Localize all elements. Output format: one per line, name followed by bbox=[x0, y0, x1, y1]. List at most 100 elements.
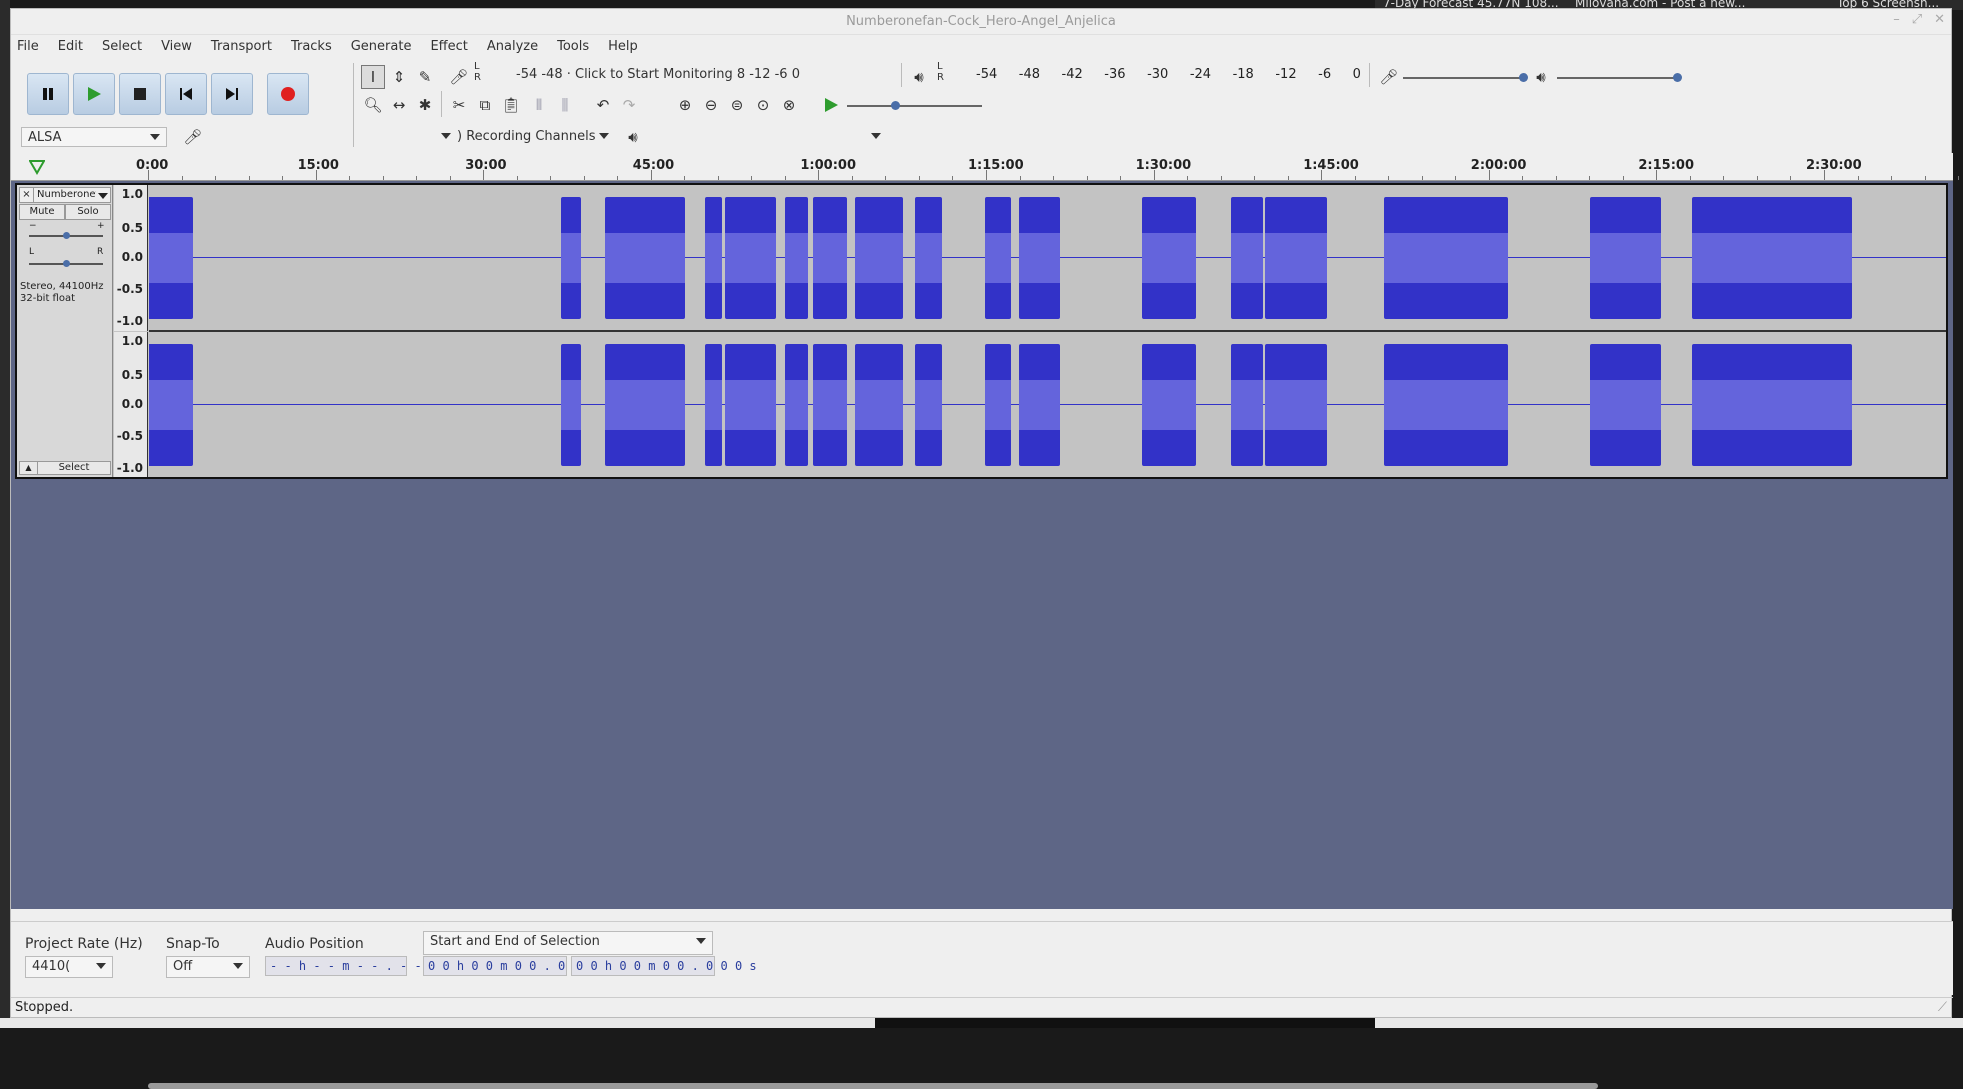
playback-device-select[interactable] bbox=[647, 127, 887, 147]
waveform-clip[interactable] bbox=[705, 197, 722, 319]
recording-volume-slider[interactable] bbox=[1403, 73, 1528, 82]
recording-device-select[interactable] bbox=[207, 127, 457, 147]
waveform-clip[interactable] bbox=[785, 344, 808, 466]
waveform-clip[interactable] bbox=[605, 344, 685, 466]
waveform-right-channel[interactable] bbox=[149, 332, 1946, 477]
waveform-clip[interactable] bbox=[725, 197, 776, 319]
stop-button[interactable] bbox=[119, 73, 161, 115]
waveform-clip[interactable] bbox=[1590, 197, 1661, 319]
waveform-clip[interactable] bbox=[1265, 197, 1327, 319]
waveform-clip[interactable] bbox=[985, 344, 1011, 466]
menu-effect[interactable]: Effect bbox=[430, 39, 467, 54]
horizontal-scrollbar[interactable] bbox=[148, 1083, 1598, 1089]
redo-button[interactable]: ↷ bbox=[617, 93, 641, 117]
project-rate-select[interactable]: 4410( bbox=[25, 956, 113, 978]
menu-tools[interactable]: Tools bbox=[557, 39, 589, 54]
skip-to-end-button[interactable] bbox=[211, 73, 253, 115]
chevron-down-icon[interactable] bbox=[96, 189, 110, 203]
waveform-clip[interactable] bbox=[1692, 344, 1852, 466]
select-track-button[interactable]: Select bbox=[38, 462, 110, 474]
pause-button[interactable] bbox=[27, 73, 69, 115]
waveform-clip[interactable] bbox=[149, 197, 193, 319]
waveform-clip[interactable] bbox=[915, 344, 942, 466]
solo-button[interactable]: Solo bbox=[65, 204, 111, 220]
menu-help[interactable]: Help bbox=[608, 39, 638, 54]
pan-slider[interactable] bbox=[29, 260, 103, 267]
waveform-clip[interactable] bbox=[1590, 344, 1661, 466]
playback-meter-button[interactable]: 🔊︎ bbox=[907, 65, 931, 89]
waveform-clip[interactable] bbox=[1142, 344, 1196, 466]
waveform-clip[interactable] bbox=[855, 344, 903, 466]
skip-to-start-button[interactable] bbox=[165, 73, 207, 115]
maximize-icon[interactable]: ⤢ bbox=[1912, 12, 1922, 27]
trim-button[interactable]: ⫴ bbox=[527, 93, 551, 117]
playback-volume-slider[interactable] bbox=[1557, 73, 1682, 82]
menu-view[interactable]: View bbox=[161, 39, 192, 54]
collapse-track-button[interactable]: ▲ bbox=[20, 462, 38, 474]
close-icon[interactable]: ✕ bbox=[1934, 12, 1945, 27]
menu-edit[interactable]: Edit bbox=[58, 39, 83, 54]
paste-button[interactable]: 📋︎ bbox=[499, 93, 523, 117]
record-meter[interactable]: -54 -48 · Click to Start Monitoring 8 -1… bbox=[516, 67, 800, 82]
menu-file[interactable]: File bbox=[17, 39, 39, 54]
envelope-tool[interactable]: ⇕ bbox=[387, 65, 411, 89]
waveform-clip[interactable] bbox=[605, 197, 685, 319]
zoom-out-button[interactable]: ⊖ bbox=[699, 93, 723, 117]
waveform-clip[interactable] bbox=[813, 197, 847, 319]
audio-track[interactable]: × Numberonef Mute Solo − + L R Stereo, 4… bbox=[15, 183, 1948, 479]
selection-start-field[interactable]: 0 0 h 0 0 m 0 0 . 0 0 0 s bbox=[423, 956, 609, 976]
record-button[interactable] bbox=[267, 73, 309, 115]
selection-end-field[interactable]: 0 0 h 0 0 m 0 0 . 0 0 0 s bbox=[571, 956, 757, 976]
waveform-clip[interactable] bbox=[1384, 197, 1508, 319]
waveform-clip[interactable] bbox=[985, 197, 1011, 319]
waveform-clip[interactable] bbox=[785, 197, 808, 319]
fit-project-button[interactable]: ⊙ bbox=[751, 93, 775, 117]
play-speed-slider[interactable] bbox=[847, 101, 982, 110]
multi-tool[interactable]: ✱ bbox=[413, 93, 437, 117]
menu-generate[interactable]: Generate bbox=[351, 39, 412, 54]
menu-select[interactable]: Select bbox=[102, 39, 142, 54]
waveform-clip[interactable] bbox=[1692, 197, 1852, 319]
waveform-clip[interactable] bbox=[1231, 197, 1263, 319]
play-button[interactable] bbox=[73, 73, 115, 115]
timeshift-tool[interactable]: ↔ bbox=[387, 93, 411, 117]
waveform-clip[interactable] bbox=[1142, 197, 1196, 319]
audio-host-select[interactable]: ALSA bbox=[21, 127, 167, 147]
fit-selection-button[interactable]: ⊜ bbox=[725, 93, 749, 117]
menu-analyze[interactable]: Analyze bbox=[487, 39, 538, 54]
zoom-toggle-button[interactable]: ⊗ bbox=[777, 93, 801, 117]
record-meter-button[interactable]: 🎤︎ bbox=[447, 65, 471, 89]
timeline-ruler[interactable]: 0:00 15:00 30:00 45:00 1:00:00 1:15:00 1:30:00… bbox=[11, 153, 1960, 181]
resize-grip-icon[interactable]: ⟋ bbox=[1938, 1000, 1947, 1015]
undo-button[interactable]: ↶ bbox=[591, 93, 615, 117]
audio-position-field[interactable]: - - h - - m - - . - - - s bbox=[265, 956, 451, 976]
zoom-in-button[interactable]: ⊕ bbox=[673, 93, 697, 117]
silence-button[interactable]: ⫼ bbox=[553, 93, 577, 117]
selection-mode-select[interactable]: Start and End of Selection bbox=[423, 931, 713, 955]
waveform-clip[interactable] bbox=[855, 197, 903, 319]
menu-tracks[interactable]: Tracks bbox=[291, 39, 332, 54]
waveform-clip[interactable] bbox=[1265, 344, 1327, 466]
waveform-clip[interactable] bbox=[1019, 197, 1060, 319]
waveform-clip[interactable] bbox=[1231, 344, 1263, 466]
track-close-button[interactable]: × bbox=[20, 188, 34, 202]
mute-button[interactable]: Mute bbox=[19, 204, 65, 220]
zoom-tool[interactable]: 🔍︎ bbox=[361, 93, 385, 117]
playback-meter[interactable]: -54 -48 -42 -36 -30 -24 -18 -12 -6 0 bbox=[976, 67, 1361, 85]
gain-slider[interactable] bbox=[29, 232, 103, 239]
waveform-clip[interactable] bbox=[149, 344, 193, 466]
waveform-clip[interactable] bbox=[725, 344, 776, 466]
snap-to-select[interactable]: Off bbox=[166, 956, 250, 978]
waveform-clip[interactable] bbox=[1384, 344, 1508, 466]
play-at-speed-button[interactable] bbox=[819, 93, 843, 117]
draw-tool[interactable]: ✎ bbox=[413, 65, 437, 89]
waveform-left-channel[interactable] bbox=[149, 185, 1946, 330]
menu-transport[interactable]: Transport bbox=[211, 39, 272, 54]
waveform-clip[interactable] bbox=[813, 344, 847, 466]
track-panel[interactable]: × Numberonef Mute Solo − + L R Stereo, 4… bbox=[11, 181, 1953, 1089]
waveform-clip[interactable] bbox=[561, 197, 581, 319]
waveform-clip[interactable] bbox=[1019, 344, 1060, 466]
recording-channels-select[interactable]: ) Recording Channels bbox=[451, 127, 611, 147]
copy-button[interactable]: ⧉ bbox=[473, 93, 497, 117]
vertical-scale-right[interactable]: 1.0 0.5 0.0 -0.5 -1.0 bbox=[114, 332, 148, 477]
